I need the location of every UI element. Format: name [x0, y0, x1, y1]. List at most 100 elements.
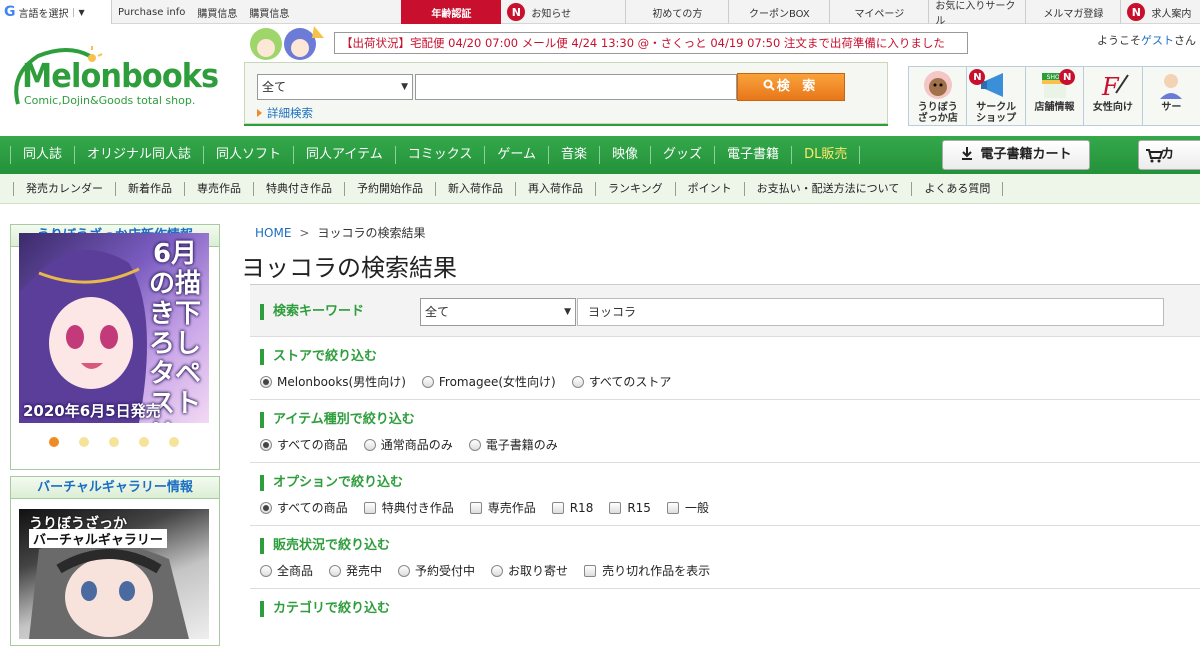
cart-button[interactable]: カ — [1138, 140, 1200, 170]
carousel-dot[interactable] — [109, 437, 119, 447]
subnav-payment-shipping[interactable]: お支払い・配送方法について — [743, 181, 912, 196]
keyword-input[interactable]: ヨッコラ — [577, 298, 1164, 326]
checkbox[interactable] — [666, 501, 679, 514]
subnav-release-calendar[interactable]: 発売カレンダー — [13, 181, 115, 196]
first-time-link[interactable]: 初めての方 — [626, 0, 728, 24]
keyword-category-select[interactable]: 全て ▼ — [420, 298, 576, 326]
sales-option-preorder[interactable]: 予約受付中 — [398, 562, 475, 579]
nav-dl-sales[interactable]: DL販売 — [791, 146, 861, 164]
advanced-search-link[interactable]: 詳細検索 — [257, 105, 313, 121]
item-type-option-ebook[interactable]: 電子書籍のみ — [468, 436, 558, 453]
nav-doujin-item[interactable]: 同人アイテム — [293, 146, 395, 164]
checkbox[interactable] — [609, 501, 622, 514]
store-option-all[interactable]: すべてのストア — [571, 373, 671, 390]
nav-ebooks[interactable]: 電子書籍 — [714, 146, 791, 164]
guest-link[interactable]: ゲスト — [1141, 34, 1174, 47]
female-oriented-label: 女性向け — [1092, 102, 1133, 113]
radio-button[interactable] — [260, 438, 272, 451]
nav-video[interactable]: 映像 — [599, 146, 650, 164]
subnav-new-stock[interactable]: 新入荷作品 — [435, 181, 515, 196]
option-label: R18 — [569, 500, 594, 515]
search-filter-panel: 検索キーワード 全て ▼ ヨッコラ ストアで絞り込む Melonbooks(男性向… — [250, 284, 1200, 630]
nav-game[interactable]: ゲーム — [484, 146, 548, 164]
carousel-dot[interactable] — [49, 437, 59, 447]
search-box: 全て ▼ 検 索 詳細検索 — [244, 62, 888, 124]
jobs-link[interactable]: N 求人案内 — [1121, 0, 1197, 24]
service-shortcut[interactable]: サー — [1141, 66, 1200, 126]
radio-button[interactable] — [260, 375, 272, 388]
subnav-faq[interactable]: よくある質問 — [911, 181, 1004, 196]
checkbox[interactable] — [363, 501, 376, 514]
carousel-dot[interactable] — [139, 437, 149, 447]
sales-option-all[interactable]: 全商品 — [260, 562, 313, 579]
store-info-shortcut[interactable]: N SHOP 店舗情報 — [1024, 66, 1084, 126]
newsletter-link[interactable]: メルマガ登録 — [1026, 0, 1120, 24]
search-input[interactable] — [415, 74, 737, 100]
option-r15[interactable]: R15 — [609, 499, 651, 516]
subnav-ranking[interactable]: ランキング — [595, 181, 675, 196]
nav-music[interactable]: 音楽 — [548, 146, 599, 164]
search-category-select[interactable]: 全て ▼ — [257, 74, 413, 100]
subnav-exclusive[interactable]: 専売作品 — [184, 181, 253, 196]
subnav-new-arrivals[interactable]: 新着作品 — [115, 181, 184, 196]
radio-button[interactable] — [491, 564, 504, 577]
coupon-link[interactable]: クーポンBOX — [729, 0, 829, 24]
nav-goods[interactable]: グッズ — [650, 146, 714, 164]
purchase-info-tw-link[interactable]: 購買信息 — [243, 0, 295, 24]
mypage-link[interactable]: マイページ — [830, 0, 928, 24]
purchase-info-cn-link[interactable]: 購買信息 — [191, 0, 243, 24]
radio-button[interactable] — [468, 438, 481, 451]
carousel-dot[interactable] — [79, 437, 89, 447]
radio-button[interactable] — [571, 375, 584, 388]
virtual-gallery-banner[interactable]: うりぼうざっか バーチャルギャラリー — [19, 509, 209, 639]
breadcrumb-home[interactable]: HOME — [255, 226, 291, 240]
search-button[interactable]: 検 索 — [737, 73, 845, 101]
checkbox[interactable] — [584, 564, 597, 577]
nav-original-doujinshi[interactable]: オリジナル同人誌 — [74, 146, 203, 164]
store-option-melonbooks[interactable]: Melonbooks(男性向け) — [260, 373, 406, 390]
nav-doujin-soft[interactable]: 同人ソフト — [203, 146, 293, 164]
store-option-fromagee[interactable]: Fromagee(女性向け) — [421, 373, 556, 390]
subnav-preorder-start[interactable]: 予約開始作品 — [344, 181, 435, 196]
radio-button[interactable] — [260, 501, 272, 514]
sales-option-order[interactable]: お取り寄せ — [491, 562, 568, 579]
female-oriented-shortcut[interactable]: F 女性向け — [1083, 66, 1142, 126]
purchase-info-link[interactable]: Purchase info — [112, 0, 191, 24]
subnav-with-bonus[interactable]: 特典付き作品 — [253, 181, 344, 196]
radio-button[interactable] — [329, 564, 342, 577]
radio-button[interactable] — [398, 564, 411, 577]
banner-carousel-dots — [49, 437, 199, 447]
site-logo[interactable]: Melonbooks Comic,Dojin&Goods total shop. — [8, 44, 219, 116]
subnav-points[interactable]: ポイント — [674, 181, 744, 196]
sales-option-on-sale[interactable]: 発売中 — [329, 562, 382, 579]
uribou-zakka-shortcut[interactable]: うりぼう ざっか店 — [908, 66, 967, 126]
nav-comics[interactable]: コミックス — [394, 146, 485, 164]
filter-row-option: オプションで絞り込む すべての商品 特典付き作品 専売作品 R18 R15 一般 — [250, 463, 1200, 526]
sales-option-show-soldout[interactable]: 売り切れ作品を表示 — [584, 562, 710, 579]
carousel-dot[interactable] — [169, 437, 179, 447]
checkbox[interactable] — [469, 501, 482, 514]
option-exclusive[interactable]: 専売作品 — [469, 499, 536, 516]
radio-button[interactable] — [260, 564, 272, 577]
pen-icon: F — [1101, 73, 1129, 101]
item-type-option-normal[interactable]: 通常商品のみ — [363, 436, 453, 453]
checkbox[interactable] — [551, 501, 564, 514]
age-verification-link[interactable]: 年齢認証 — [401, 0, 502, 24]
notice-link[interactable]: N お知らせ — [501, 0, 625, 24]
notice-label: お知らせ — [531, 8, 572, 20]
tapestry-banner[interactable]: 6月の描き下ろしタペストリー 2020年6月5日発売 — [19, 233, 209, 423]
item-type-option-all[interactable]: すべての商品 — [260, 436, 348, 453]
option-general[interactable]: 一般 — [666, 499, 709, 516]
ebook-cart-button[interactable]: 電子書籍カート — [942, 140, 1090, 170]
option-with-bonus[interactable]: 特典付き作品 — [363, 499, 454, 516]
option-all-items[interactable]: すべての商品 — [260, 499, 348, 516]
circle-shop-shortcut[interactable]: N サークル ショップ — [966, 66, 1025, 126]
subnav-restock[interactable]: 再入荷作品 — [515, 181, 595, 196]
option-r18[interactable]: R18 — [551, 499, 594, 516]
favorite-circle-link[interactable]: お気に入りサークル — [929, 0, 1025, 27]
option-label: 特典付き作品 — [381, 501, 454, 515]
radio-button[interactable] — [421, 375, 434, 388]
radio-button[interactable] — [363, 438, 376, 451]
translate-select[interactable]: G 言語を選択 ▼ — [0, 0, 112, 24]
nav-doujinshi[interactable]: 同人誌 — [10, 146, 74, 164]
